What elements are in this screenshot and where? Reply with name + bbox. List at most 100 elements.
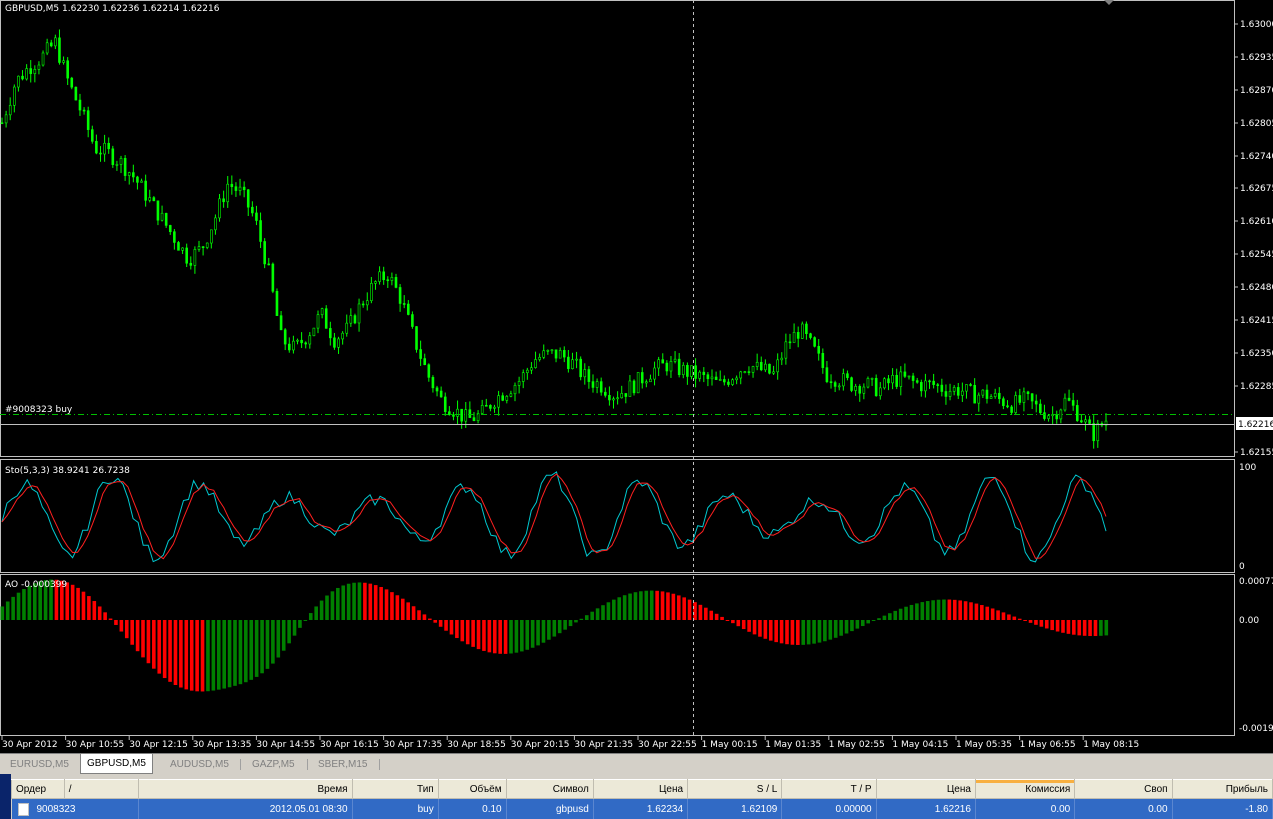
ao-bar xyxy=(606,602,611,620)
col-header-commission[interactable]: Комиссия xyxy=(974,779,1076,799)
candle-body xyxy=(103,142,106,155)
ao-bar xyxy=(384,589,389,620)
ao-histogram xyxy=(0,579,1109,692)
candle-body xyxy=(1096,423,1100,442)
col-header-time[interactable]: Время xyxy=(137,779,353,799)
candle-body xyxy=(837,385,841,388)
ao-bar xyxy=(81,591,86,620)
candle-body xyxy=(784,341,788,359)
ao-bar xyxy=(774,620,778,643)
cell-profit[interactable]: -1.80 xyxy=(1172,798,1273,819)
ao-bar xyxy=(319,600,324,620)
candle-body xyxy=(878,387,882,397)
ao-bar xyxy=(725,620,730,621)
ao-bar xyxy=(785,620,789,645)
tab-gbpusd[interactable]: GBPUSD,M5 xyxy=(80,754,153,774)
col-header-price[interactable]: Цена xyxy=(592,779,689,799)
cell-swap[interactable]: 0.00 xyxy=(1074,798,1173,819)
candle-body xyxy=(374,281,377,284)
cell-symbol[interactable]: gbpusd xyxy=(506,798,594,819)
candle-body xyxy=(382,271,385,281)
candle-body xyxy=(29,68,33,74)
tab-audusd[interactable]: AUDUSD,M5 xyxy=(164,756,235,773)
sort-indicator[interactable]: / xyxy=(63,779,139,799)
ao-bar xyxy=(915,603,919,620)
cell-volume[interactable]: 0.10 xyxy=(438,798,507,819)
col-header-swap[interactable]: Своп xyxy=(1074,779,1173,799)
tab-sber[interactable]: SBER,M15 xyxy=(312,756,373,773)
ao-bar xyxy=(747,620,751,632)
chart-shift-marker[interactable] xyxy=(1104,0,1114,5)
col-header-sl[interactable]: S / L xyxy=(687,779,783,799)
candle-body xyxy=(497,395,500,408)
cell-time[interactable]: 2012.05.01 08:30 xyxy=(138,798,353,819)
candle-body xyxy=(657,359,660,369)
tab-eurusd[interactable]: EURUSD,M5 xyxy=(4,756,75,773)
candle-body xyxy=(292,340,295,351)
ao-bar xyxy=(314,606,318,620)
candle-body xyxy=(874,377,878,397)
cell-order[interactable]: 9008323 xyxy=(11,798,139,819)
candle-body xyxy=(13,86,16,106)
ao-bar xyxy=(639,591,643,620)
candle-body xyxy=(493,406,496,409)
col-header-symbol[interactable]: Символ xyxy=(505,779,594,799)
ao-bar xyxy=(1066,620,1071,634)
ao-bar xyxy=(216,620,221,690)
ao-bar xyxy=(373,585,378,620)
cell-sl[interactable]: 1.62109 xyxy=(687,798,783,819)
candle-body xyxy=(119,158,123,165)
cell-price[interactable]: 1.62234 xyxy=(593,798,689,819)
candle-body xyxy=(222,198,225,203)
candle-body xyxy=(854,386,857,391)
candle-body xyxy=(969,384,972,386)
candle-body xyxy=(8,105,12,116)
price-tick-label: 1.63000 xyxy=(1240,20,1273,30)
candle-body xyxy=(936,384,940,386)
time-tick-label: 30 Apr 22:55 xyxy=(638,740,697,750)
candle-body xyxy=(973,385,976,404)
terminal-sidebar xyxy=(0,774,11,819)
ao-bar xyxy=(806,620,811,645)
candle-body xyxy=(1030,393,1034,402)
candle-body xyxy=(1006,405,1009,408)
candle-body xyxy=(1043,412,1046,419)
candle-body xyxy=(230,183,234,187)
candle-body xyxy=(628,380,632,397)
candle-body xyxy=(242,186,246,191)
col-header-volume[interactable]: Объём xyxy=(437,779,507,799)
tab-separator xyxy=(379,759,380,770)
col-header-type[interactable]: Тип xyxy=(351,779,439,799)
col-header-profit[interactable]: Прибыль xyxy=(1171,779,1273,799)
cell-commission[interactable]: 0.00 xyxy=(975,798,1076,819)
candle-body xyxy=(54,37,57,47)
cell-tp[interactable]: 0.00000 xyxy=(781,798,877,819)
ao-bar xyxy=(1001,612,1006,620)
candle-body xyxy=(587,369,591,382)
cell-current-price[interactable]: 1.62216 xyxy=(876,798,976,819)
candle-body xyxy=(620,393,624,399)
ao-bar xyxy=(990,608,995,620)
candle-body xyxy=(74,86,78,101)
ao-bar xyxy=(514,620,519,653)
ao-bar xyxy=(390,592,394,620)
ao-bar xyxy=(114,620,118,625)
ao-bar xyxy=(146,620,151,664)
candle-body xyxy=(279,315,283,331)
candle-body xyxy=(505,396,509,401)
chart-area[interactable]: GBPUSD,M5 1.62230 1.62236 1.62214 1.6221… xyxy=(0,0,1273,753)
col-header-tp[interactable]: T / P xyxy=(781,779,877,799)
cell-type[interactable]: buy xyxy=(352,798,439,819)
tab-gazp[interactable]: GAZP,M5 xyxy=(246,756,301,773)
table-row[interactable]: 9008323 2012.05.01 08:30 buy 0.10 gbpusd… xyxy=(11,798,1273,819)
ao-bar xyxy=(1099,620,1103,636)
candle-body xyxy=(833,382,837,387)
table-header-row: Ордер / Время Тип Объём Символ Цена S / … xyxy=(11,779,1273,799)
col-header-order[interactable]: Ордер xyxy=(11,779,65,799)
ao-bar xyxy=(823,620,827,642)
candle-body xyxy=(1067,397,1071,401)
col-header-current-price[interactable]: Цена xyxy=(875,779,976,799)
candle-body xyxy=(365,300,369,306)
ao-bar xyxy=(828,620,833,640)
ao-bar xyxy=(189,620,194,691)
